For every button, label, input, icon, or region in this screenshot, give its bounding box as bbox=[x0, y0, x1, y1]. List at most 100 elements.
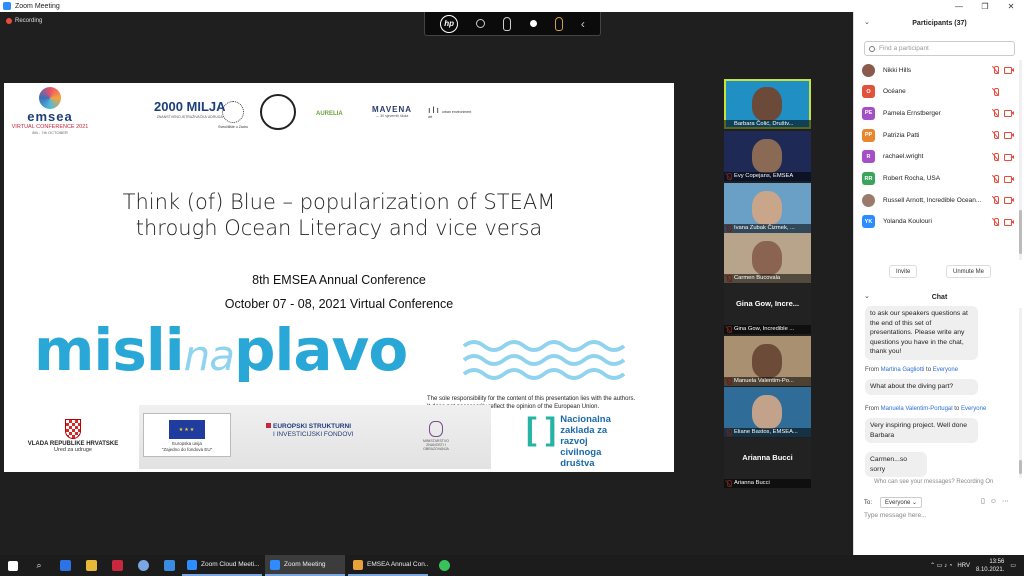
scrollbar-thumb[interactable] bbox=[1019, 460, 1022, 474]
camera-off-icon[interactable] bbox=[1004, 196, 1014, 205]
esif-logo: EUROPSKI STRUKTURNI I INVESTICIJSKI FOND… bbox=[266, 423, 376, 439]
video-tile[interactable]: Evy Copejans, EMSEA bbox=[724, 131, 811, 181]
video-tile[interactable]: Eliane Bastos, EMSEA... bbox=[724, 387, 811, 437]
search-icon bbox=[869, 45, 875, 52]
ministry-label: MINISTARSTVO ZNANOSTI I OBRAZOVANJA bbox=[423, 439, 449, 451]
maximize-button[interactable]: ❐ bbox=[972, 0, 998, 12]
taskbar-app[interactable]: Zoom Meeting bbox=[265, 555, 345, 576]
file-explorer-icon[interactable] bbox=[78, 555, 104, 576]
video-tile[interactable]: Ivana Zubak Čizmek, ... bbox=[724, 183, 811, 233]
clock[interactable]: 13:56 8.10.2021. bbox=[976, 558, 1004, 574]
windows-start-icon[interactable] bbox=[0, 555, 26, 576]
participant-row[interactable]: RR Robert Rocha, USA bbox=[862, 169, 1014, 189]
dropbox-icon[interactable] bbox=[52, 555, 78, 576]
recording-indicator[interactable]: Recording bbox=[6, 18, 42, 24]
chat-message: Carmen...so sorry bbox=[865, 452, 927, 477]
language-indicator[interactable]: HRV bbox=[957, 563, 970, 569]
misli-na-plavo-logo: mislinaplavo bbox=[34, 320, 408, 386]
camera-off-icon[interactable] bbox=[1004, 175, 1014, 183]
participants-scrollbar[interactable] bbox=[1019, 60, 1022, 260]
participant-row[interactable]: Rrachael.wright bbox=[862, 147, 1014, 167]
university-seal-icon bbox=[222, 101, 244, 123]
camera-circle-icon[interactable] bbox=[476, 19, 486, 28]
collapse-arrow-icon[interactable]: ‹ bbox=[581, 17, 585, 31]
chevron-down-icon[interactable]: ⌄ bbox=[864, 18, 870, 26]
notifications-icon[interactable]: ▭ bbox=[1010, 562, 1016, 569]
mic-muted-icon[interactable] bbox=[991, 131, 1001, 140]
emsea-dates: 8th - 7th OCTOBER bbox=[32, 130, 68, 135]
nzrcd-line: zaklada za bbox=[560, 425, 608, 436]
video-tile[interactable]: Carmen Bucovala bbox=[724, 233, 811, 283]
record-circle-icon[interactable] bbox=[529, 20, 537, 27]
camera-off-icon[interactable] bbox=[1004, 109, 1014, 118]
whatsapp-icon[interactable] bbox=[431, 555, 457, 576]
camera-off-icon[interactable] bbox=[1004, 153, 1014, 161]
camera-off-icon[interactable] bbox=[1004, 66, 1014, 74]
chevron-down-icon[interactable]: ⌄ bbox=[864, 292, 870, 300]
participant-row[interactable]: Russell Arnott, Incredible Ocean... bbox=[862, 190, 1014, 210]
mcafee-icon[interactable] bbox=[104, 555, 130, 576]
emoji-icon[interactable]: ☺ bbox=[990, 498, 1002, 505]
video-tile[interactable]: Gina Gow, Incre... Gina Gow, Incredible … bbox=[724, 284, 811, 334]
participant-video bbox=[752, 87, 782, 121]
file-icon[interactable]: ▯ bbox=[981, 498, 990, 505]
slide-subtitle-dates: October 07 - 08, 2021 Virtual Conference bbox=[224, 297, 454, 311]
taskbar-app-label: Zoom Meeting bbox=[284, 561, 326, 568]
video-tile[interactable]: Barbara Čolić, Društv... bbox=[724, 79, 811, 129]
participant-name: Patrizia Patti bbox=[883, 131, 920, 139]
who-can-see-link[interactable]: Who can see your messages? Recording On bbox=[874, 479, 993, 485]
app-h-icon[interactable] bbox=[156, 555, 182, 576]
slide-title-line-2: through Ocean Literacy and vice versa bbox=[135, 216, 543, 240]
zoom-app-icon bbox=[3, 2, 11, 10]
taskbar-app[interactable]: Zoom Cloud Meeti... bbox=[182, 555, 262, 576]
camera-off-icon[interactable] bbox=[1004, 131, 1014, 140]
taskbar-app[interactable]: EMSEA Annual Con... bbox=[348, 555, 428, 576]
nzrcd-line: društva bbox=[560, 458, 595, 469]
avatar bbox=[862, 193, 875, 207]
mic-muted-icon[interactable] bbox=[991, 196, 1001, 205]
participant-row[interactable]: Nikki Hills bbox=[862, 60, 1014, 80]
camera-off-icon[interactable] bbox=[1004, 218, 1014, 226]
mic-muted-icon[interactable] bbox=[991, 87, 1001, 96]
minimize-button[interactable]: — bbox=[946, 0, 972, 12]
video-tile[interactable]: Arianna Bucci Arianna Bucci bbox=[724, 438, 811, 488]
mic-muted-icon[interactable] bbox=[991, 109, 1001, 118]
microphone-active-icon[interactable] bbox=[554, 16, 563, 31]
search-icon[interactable]: ⌕ bbox=[26, 555, 52, 576]
close-button[interactable]: ✕ bbox=[998, 0, 1024, 12]
chat-sender[interactable]: Martina Gagliotti bbox=[881, 367, 925, 373]
participant-search[interactable] bbox=[864, 41, 1015, 56]
participant-row[interactable]: O Océane bbox=[862, 82, 1014, 102]
more-icon[interactable]: ⋯ bbox=[1002, 498, 1014, 505]
recipient-dropdown[interactable]: Everyone ⌄ bbox=[880, 497, 923, 508]
microphone-icon[interactable] bbox=[503, 16, 512, 31]
mavena-wordmark: MAVENA bbox=[372, 105, 413, 114]
city-art-logo: ılı urban environment art bbox=[428, 105, 476, 119]
participant-row[interactable]: YK Yolanda Koulouri bbox=[862, 212, 1014, 232]
participant-search-input[interactable] bbox=[879, 45, 1009, 52]
mic-muted-icon[interactable] bbox=[991, 174, 1001, 183]
tray-icons[interactable]: ⌃ ▭ ♪ ◔ bbox=[930, 562, 952, 569]
windows-taskbar: ⌕ Zoom Cloud Meeti... Zoom Meeting EMSEA A… bbox=[0, 555, 1024, 576]
invite-button[interactable]: Invite bbox=[889, 265, 918, 278]
video-tile[interactable]: Manuela Valentim-Po... bbox=[724, 336, 811, 386]
avatar: YK bbox=[862, 215, 875, 229]
mic-muted-icon[interactable] bbox=[991, 66, 1001, 74]
chat-sender[interactable]: Manuela Valentim-Portugal bbox=[881, 406, 953, 412]
participant-row[interactable]: PP Patrizia Patti bbox=[862, 125, 1014, 145]
app-circle-icon[interactable] bbox=[130, 555, 156, 576]
mic-muted-icon[interactable] bbox=[991, 152, 1001, 161]
chat-message-input[interactable] bbox=[864, 512, 1014, 519]
mavena-subtitle: — 30 sjevernih škola bbox=[375, 114, 409, 118]
chat-scrollbar[interactable] bbox=[1019, 308, 1022, 478]
participants-title: Participants (37) bbox=[912, 19, 967, 27]
avatar: O bbox=[862, 85, 875, 99]
participant-row[interactable]: PE Pamela Ernstberger bbox=[862, 103, 1014, 123]
mic-muted-icon[interactable] bbox=[991, 217, 1001, 226]
nzrcd-logo: [ ] Nacionalna zaklada za razvoj civilno… bbox=[526, 413, 611, 469]
side-panel: ⌄ Participants (37) Nikki Hills O Océane PE… bbox=[853, 12, 1024, 555]
unmute-me-button[interactable]: Unmute Me bbox=[946, 265, 992, 278]
emsea-logo: emsea VIRTUAL CONFERENCE 2021 8th - 7th … bbox=[10, 87, 90, 135]
slide-title-line-1: Think (of) Blue – popularization of STEA… bbox=[122, 190, 556, 214]
scrollbar-thumb[interactable] bbox=[1019, 210, 1022, 254]
